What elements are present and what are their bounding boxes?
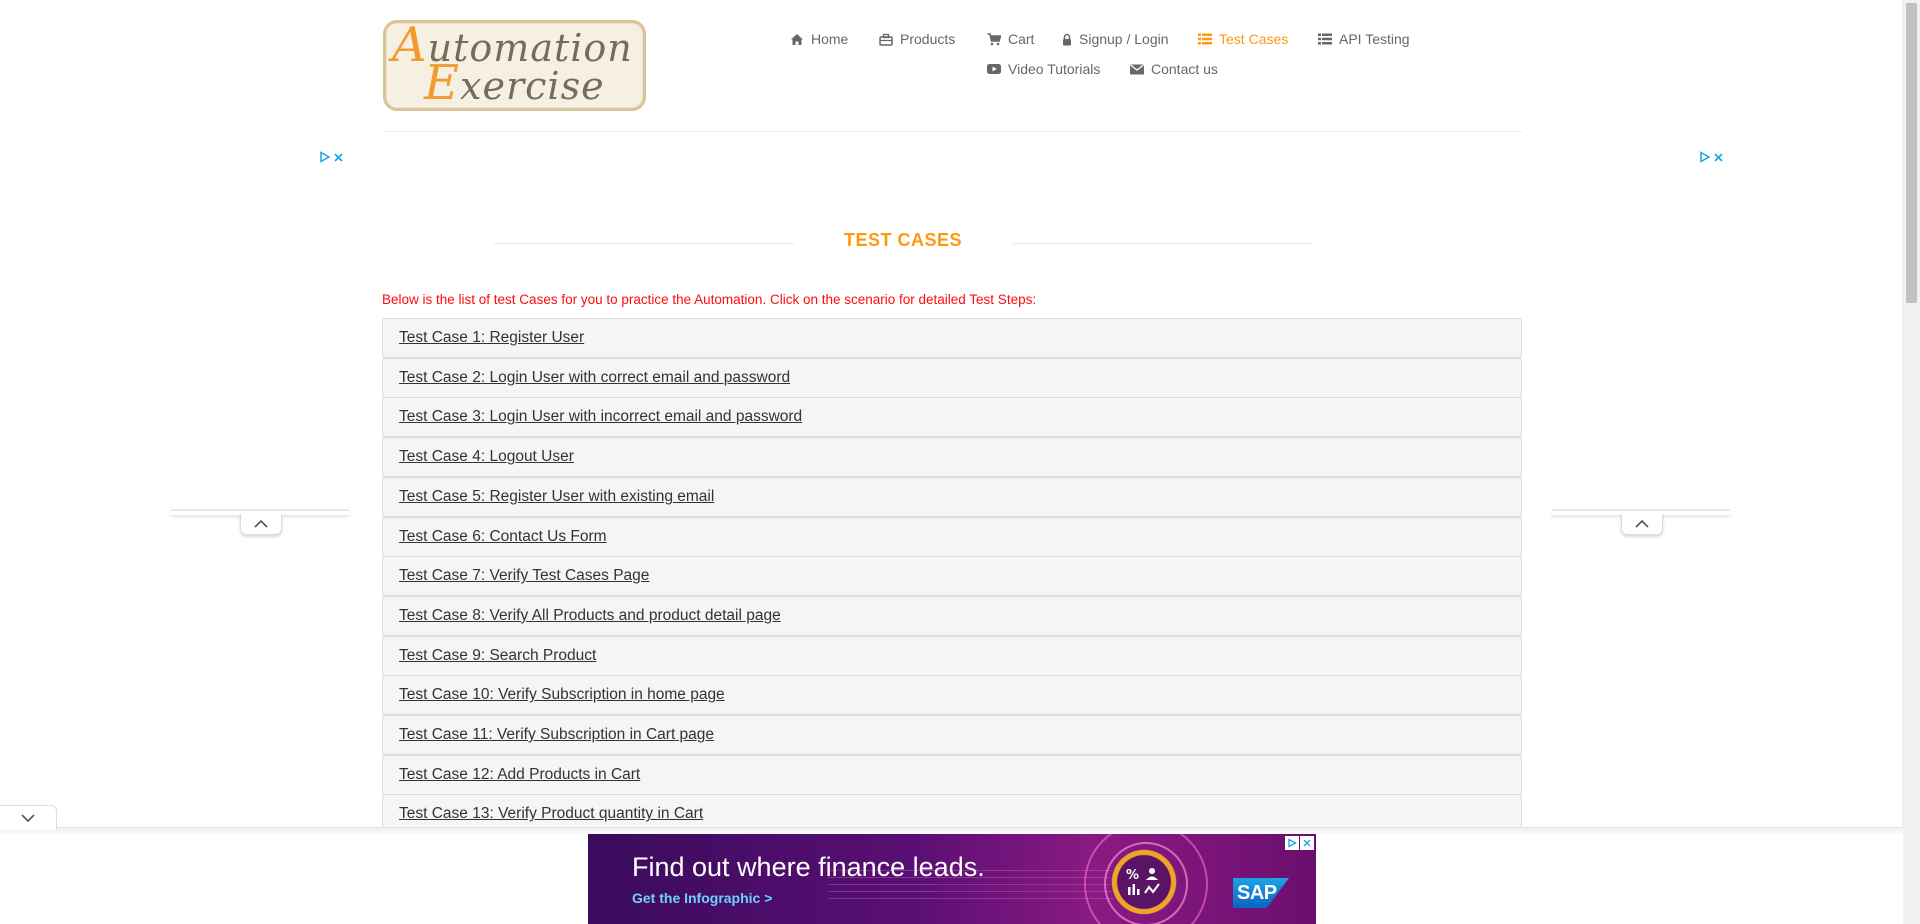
nav-cart[interactable]: Cart bbox=[987, 31, 1034, 47]
nav-home-label: Home bbox=[811, 31, 849, 47]
test-case-link[interactable]: Test Case 12: Add Products in Cart bbox=[399, 766, 640, 784]
nav-video-tutorials[interactable]: Video Tutorials bbox=[987, 61, 1100, 77]
banner-cta-link[interactable]: Get the Infographic > bbox=[632, 890, 772, 906]
test-case-row: Test Case 8: Verify All Products and pro… bbox=[382, 595, 1522, 636]
test-case-row: Test Case 5: Register User with existing… bbox=[382, 476, 1522, 517]
left-ad-collapse-button[interactable] bbox=[240, 514, 282, 535]
shopping-cart-icon bbox=[987, 32, 1001, 46]
briefcase-icon bbox=[879, 32, 893, 46]
test-case-link[interactable]: Test Case 10: Verify Subscription in hom… bbox=[399, 686, 725, 704]
test-case-row: Test Case 7: Verify Test Cases Page bbox=[382, 556, 1522, 597]
test-case-row: Test Case 12: Add Products in Cart bbox=[382, 754, 1522, 795]
home-icon bbox=[790, 32, 804, 46]
test-case-row: Test Case 10: Verify Subscription in hom… bbox=[382, 675, 1522, 716]
nav-products[interactable]: Products bbox=[879, 31, 955, 47]
nav-contact-us-label: Contact us bbox=[1151, 61, 1218, 77]
sap-logo: SAP bbox=[1233, 878, 1289, 908]
header-divider bbox=[383, 131, 1523, 132]
nav-test-cases[interactable]: Test Cases bbox=[1198, 31, 1288, 47]
test-case-row: Test Case 6: Contact Us Form bbox=[382, 516, 1522, 557]
nav-test-cases-label: Test Cases bbox=[1219, 31, 1289, 47]
nav-contact-us[interactable]: Contact us bbox=[1130, 61, 1218, 77]
test-case-link[interactable]: Test Case 5: Register User with existing… bbox=[399, 488, 714, 506]
chevron-up-icon bbox=[254, 519, 268, 528]
test-case-link[interactable]: Test Case 8: Verify All Products and pro… bbox=[399, 607, 781, 625]
test-case-row: Test Case 3: Login User with incorrect e… bbox=[382, 397, 1522, 438]
test-case-row: Test Case 11: Verify Subscription in Car… bbox=[382, 715, 1522, 756]
nav-signup-login-label: Signup / Login bbox=[1079, 31, 1169, 47]
banner-ad-choices[interactable] bbox=[1285, 836, 1314, 850]
chevron-down-icon bbox=[21, 814, 35, 823]
nav-api-testing-label: API Testing bbox=[1339, 31, 1410, 47]
nav-cart-label: Cart bbox=[1008, 31, 1035, 47]
nav-api-testing[interactable]: API Testing bbox=[1318, 31, 1410, 47]
page-title: TEST CASES bbox=[843, 230, 963, 250]
nav-signup-login[interactable]: Signup / Login bbox=[1062, 31, 1169, 47]
close-icon bbox=[334, 152, 343, 162]
intro-text: Below is the list of test Cases for you … bbox=[382, 292, 1037, 307]
test-case-row: Test Case 4: Logout User bbox=[382, 437, 1522, 478]
test-case-link[interactable]: Test Case 2: Login User with correct ema… bbox=[399, 369, 790, 387]
test-case-link[interactable]: Test Case 6: Contact Us Form bbox=[399, 528, 607, 546]
adchoices-icon bbox=[320, 151, 331, 163]
close-icon bbox=[1714, 152, 1723, 162]
site-logo[interactable]: Automation Exercise bbox=[383, 20, 646, 111]
scrollbar-thumb[interactable] bbox=[1906, 3, 1917, 303]
test-case-link[interactable]: Test Case 3: Login User with incorrect e… bbox=[399, 408, 802, 426]
test-case-link[interactable]: Test Case 7: Verify Test Cases Page bbox=[399, 567, 649, 585]
nav-products-label: Products bbox=[900, 31, 956, 47]
list-icon bbox=[1318, 32, 1332, 46]
test-case-link[interactable]: Test Case 4: Logout User bbox=[399, 448, 574, 466]
page-scrollbar[interactable] bbox=[1902, 0, 1920, 924]
sap-banner-ad[interactable]: % Find out where finance leads. Get the … bbox=[588, 834, 1316, 924]
envelope-icon bbox=[1130, 62, 1144, 76]
adchoices-icon[interactable] bbox=[1285, 836, 1299, 850]
banner-headline: Find out where finance leads. bbox=[632, 852, 985, 882]
test-case-link[interactable]: Test Case 11: Verify Subscription in Car… bbox=[399, 726, 714, 744]
test-case-link[interactable]: Test Case 1: Register User bbox=[399, 329, 584, 347]
close-icon[interactable] bbox=[1300, 836, 1314, 850]
chart-badge-icon: % bbox=[1110, 848, 1178, 916]
anchor-ad-collapse-button[interactable] bbox=[0, 805, 57, 830]
test-case-link[interactable]: Test Case 9: Search Product bbox=[399, 647, 596, 665]
test-case-row: Test Case 9: Search Product bbox=[382, 635, 1522, 676]
test-case-row: Test Case 1: Register User bbox=[382, 318, 1522, 358]
nav-home[interactable]: Home bbox=[790, 31, 848, 47]
list-icon bbox=[1198, 32, 1212, 46]
adchoices-icon bbox=[1700, 151, 1711, 163]
test-case-row: Test Case 2: Login User with correct ema… bbox=[382, 357, 1522, 398]
right-ad-choices[interactable] bbox=[1699, 151, 1724, 163]
youtube-play-icon bbox=[987, 62, 1001, 76]
lock-icon bbox=[1062, 32, 1072, 46]
test-case-link[interactable]: Test Case 13: Verify Product quantity in… bbox=[399, 805, 703, 823]
left-ad-choices[interactable] bbox=[319, 151, 344, 163]
svg-text:%: % bbox=[1126, 868, 1139, 883]
logo-line-2: Exercise bbox=[424, 55, 605, 111]
chevron-up-icon bbox=[1635, 519, 1649, 528]
test-case-list: Test Case 1: Register User Test Case 2: L… bbox=[382, 318, 1522, 835]
nav-video-tutorials-label: Video Tutorials bbox=[1008, 61, 1101, 77]
right-ad-collapse-button[interactable] bbox=[1621, 514, 1663, 535]
